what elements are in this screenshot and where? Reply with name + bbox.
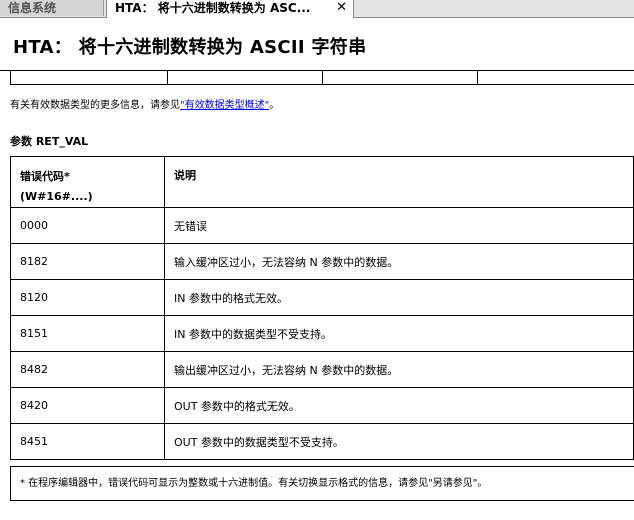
table-row: 8120 IN 参数中的格式无效。 (10, 279, 634, 316)
error-code-cell: 0000 (10, 207, 165, 244)
close-icon[interactable]: ✕ (336, 0, 347, 16)
empty-table-row (10, 71, 634, 85)
table-row: 8451 OUT 参数中的数据类型不受支持。 (10, 423, 634, 460)
tab-hta[interactable]: HTA： 将十六进制数转换为 ASC... ✕ (106, 0, 354, 18)
error-code-cell: 8451 (10, 423, 165, 460)
info-prefix: 有关有效数据类型的更多信息，请参见 (10, 100, 180, 111)
cell-divider (322, 71, 323, 84)
error-code-cell: 8120 (10, 279, 165, 316)
description-cell: 无错误 (164, 207, 634, 244)
info-suffix: 。 (269, 100, 280, 111)
data-types-link[interactable]: "有效数据类型概述" (180, 100, 269, 111)
description-cell: 输入缓冲区过小，无法容纳 N 参数中的数据。 (164, 243, 634, 280)
table-footnote: * 在程序编辑器中，错误代码可显示为整数或十六进制值。有关切换显示格式的信息，请… (10, 466, 634, 501)
table-row: 0000 无错误 (10, 207, 634, 244)
error-code-cell: 8482 (10, 351, 165, 388)
cell-divider (477, 71, 478, 84)
header-error-code-line2: (W#16#....) (20, 190, 93, 203)
description-cell: 输出缓冲区过小，无法容纳 N 参数中的数据。 (164, 351, 634, 388)
page-title: HTA： 将十六进制数转换为 ASCII 字符串 (13, 37, 367, 58)
error-code-cell: 8182 (10, 243, 165, 280)
error-code-cell: 8151 (10, 315, 165, 352)
description-cell: OUT 参数中的数据类型不受支持。 (164, 423, 634, 460)
tab-info-system[interactable]: 信息系统 (0, 0, 104, 16)
tab-bar: 信息系统 HTA： 将十六进制数转换为 ASC... ✕ (0, 0, 634, 18)
description-cell: IN 参数中的数据类型不受支持。 (164, 315, 634, 352)
description-cell: OUT 参数中的格式无效。 (164, 387, 634, 424)
table-row: 8420 OUT 参数中的格式无效。 (10, 387, 634, 424)
header-description: 说明 (164, 156, 634, 208)
tab-hta-label: HTA： 将十六进制数转换为 ASC... (115, 1, 311, 15)
table-row: 8182 输入缓冲区过小，无法容纳 N 参数中的数据。 (10, 243, 634, 280)
info-text: 有关有效数据类型的更多信息，请参见"有效数据类型概述"。 (10, 96, 279, 111)
header-error-code-line1: 错误代码* (20, 170, 70, 183)
param-heading: 参数 RET_VAL (10, 135, 89, 148)
ret-val-table: 错误代码* (W#16#....) 说明 0000 无错误 8182 输入缓冲区… (10, 156, 634, 460)
error-code-cell: 8420 (10, 387, 165, 424)
table-header-row: 错误代码* (W#16#....) 说明 (10, 156, 634, 208)
description-cell: IN 参数中的格式无效。 (164, 279, 634, 316)
cell-divider (167, 71, 168, 84)
table-row: 8151 IN 参数中的数据类型不受支持。 (10, 315, 634, 352)
table-row: 8482 输出缓冲区过小，无法容纳 N 参数中的数据。 (10, 351, 634, 388)
header-error-code: 错误代码* (W#16#....) (10, 156, 165, 208)
